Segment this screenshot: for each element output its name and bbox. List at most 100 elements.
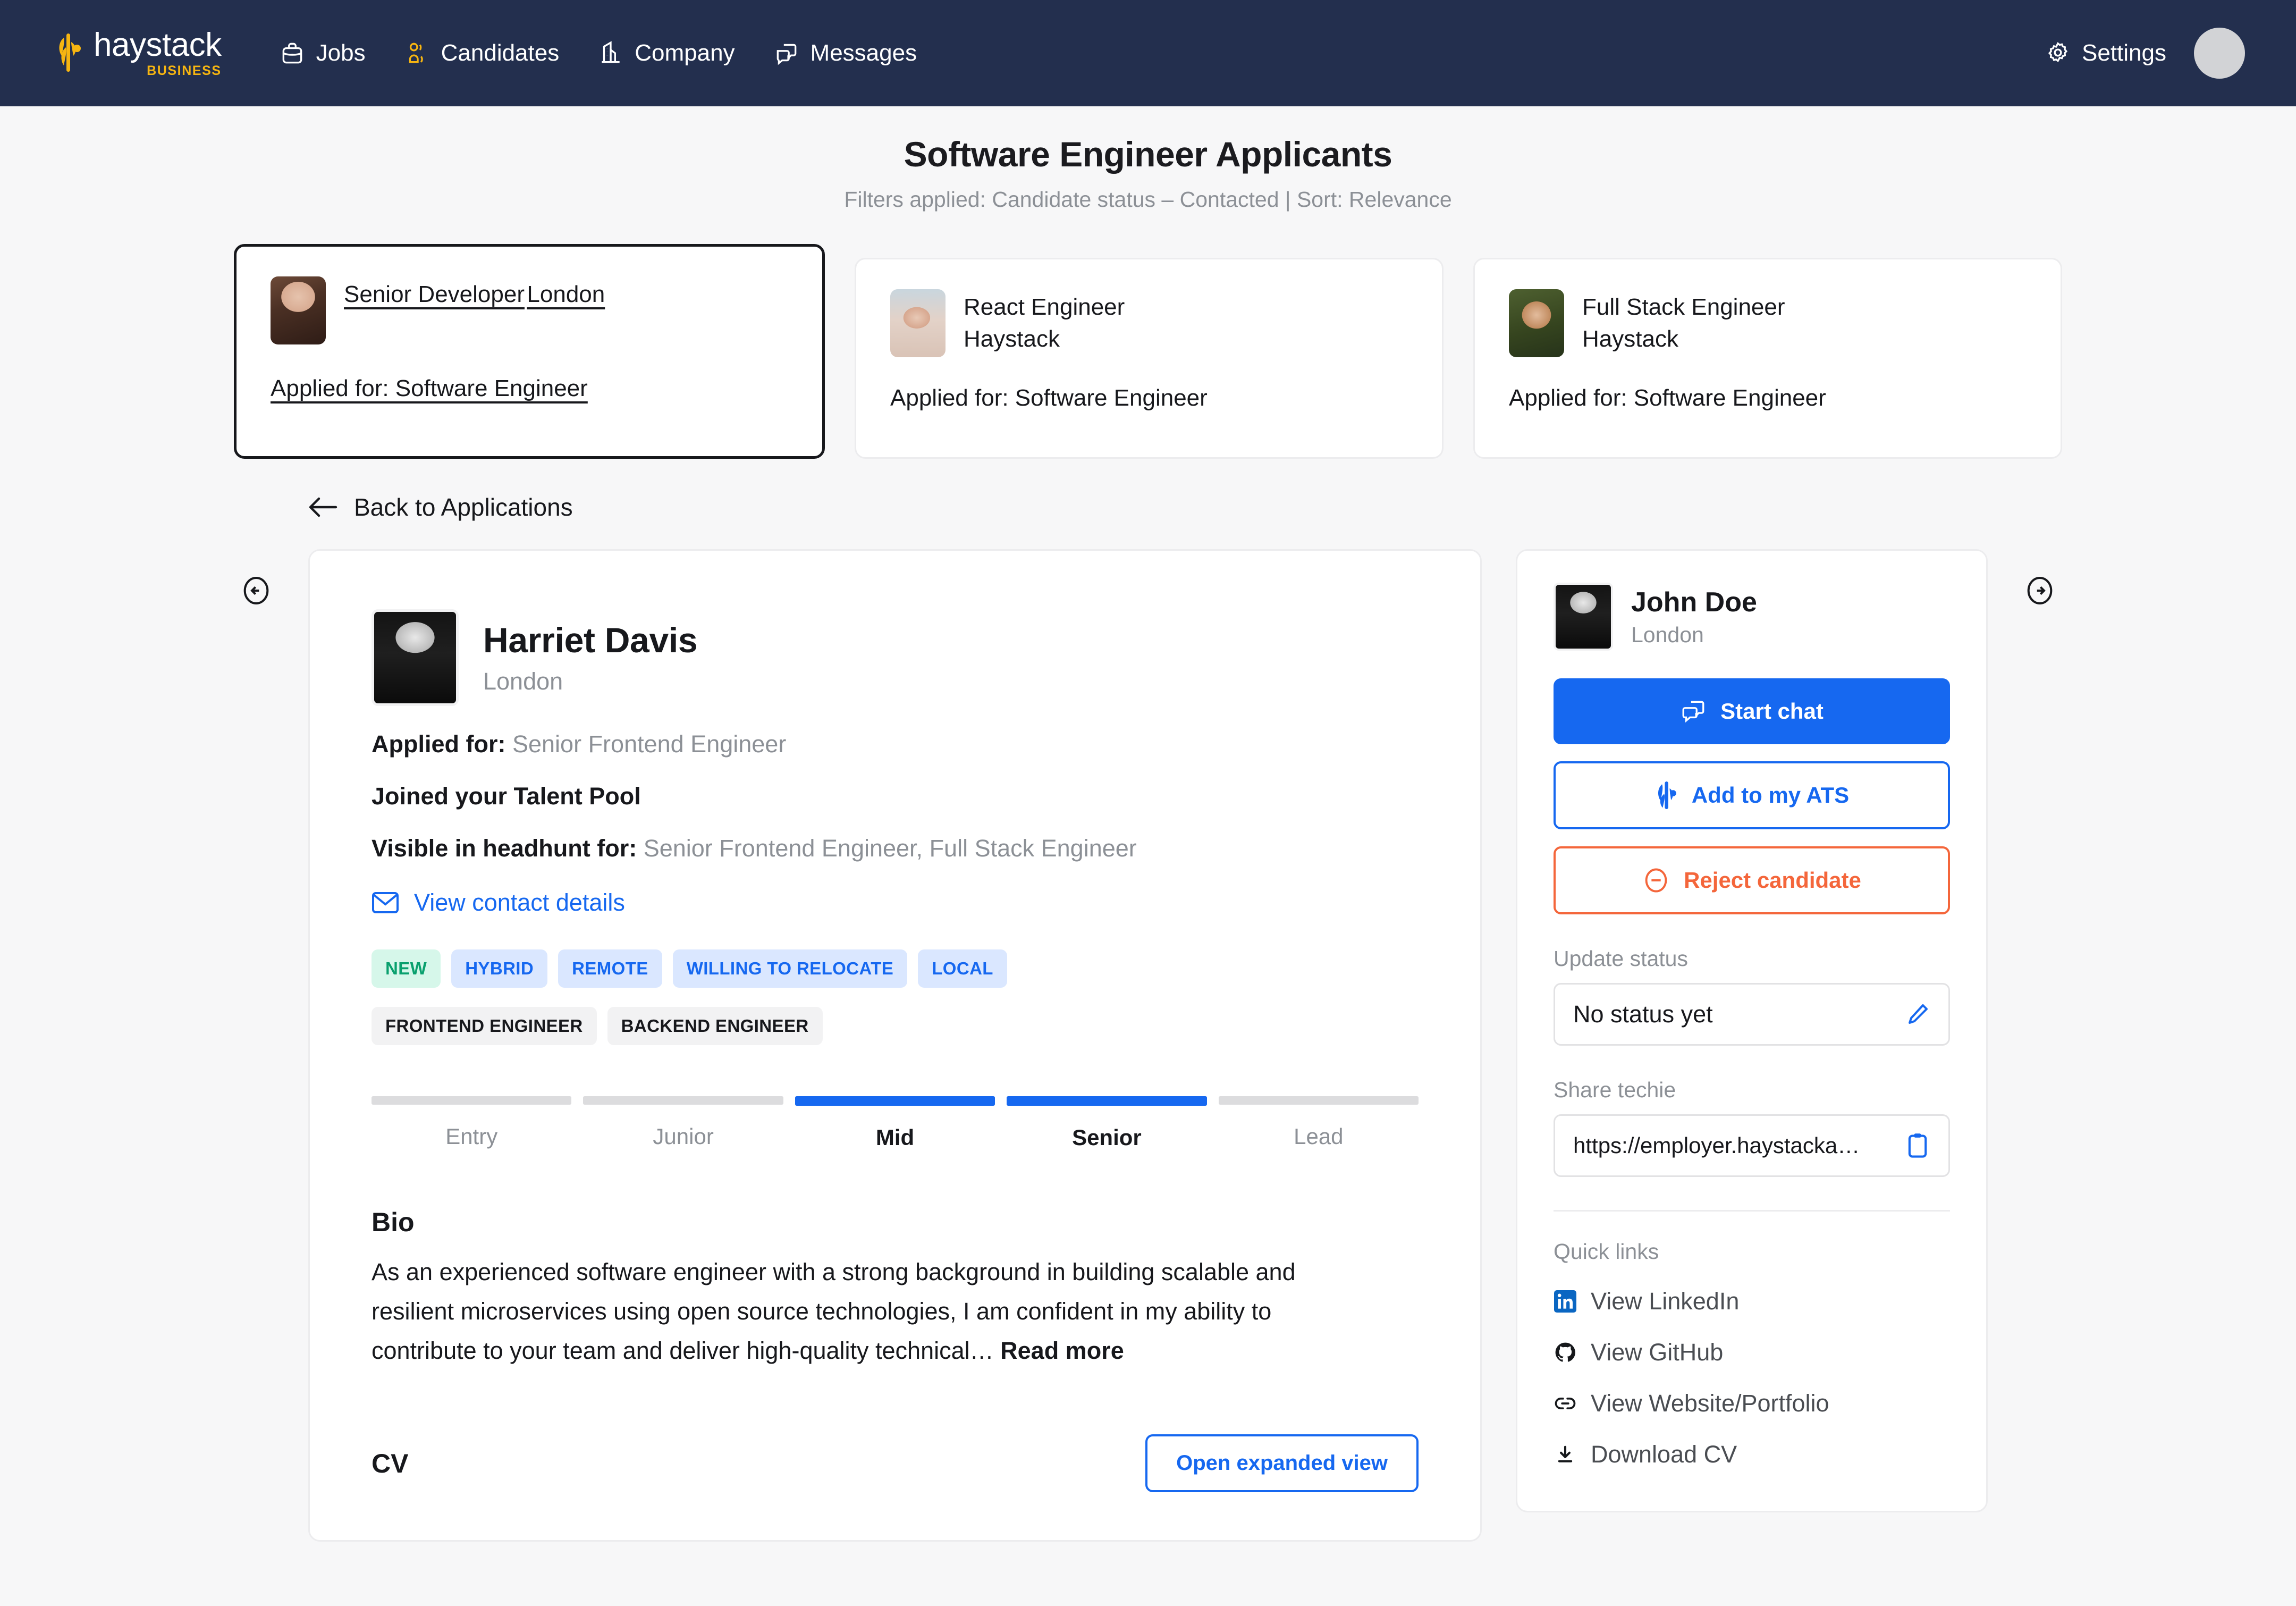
seniority-bar xyxy=(1218,1096,1419,1105)
side-panel-header: John Doe London xyxy=(1554,583,1950,651)
seniority-label: Junior xyxy=(653,1124,714,1149)
panel-divider xyxy=(1554,1210,1950,1212)
seniority-level-junior[interactable]: Junior xyxy=(583,1096,783,1150)
linkedin-icon xyxy=(1554,1290,1577,1313)
status-badge-remote[interactable]: REMOTE xyxy=(558,949,662,988)
quick-link-github[interactable]: View GitHub xyxy=(1554,1339,1950,1366)
status-badge-willing-to-relocate[interactable]: WILLING TO RELOCATE xyxy=(672,949,908,988)
update-status-field[interactable]: No status yet xyxy=(1554,983,1950,1046)
chat-bubbles-icon xyxy=(776,44,796,65)
bio-text: As an experienced software engineer with… xyxy=(372,1258,1296,1364)
applicant-card-selected[interactable]: Senior Developer London Applied for: Sof… xyxy=(234,244,825,459)
pencil-icon[interactable] xyxy=(1905,1002,1930,1027)
page-header: Software Engineer Applicants Filters app… xyxy=(0,106,2296,212)
headhunt-label: Visible in headhunt for: xyxy=(372,835,637,862)
applicant-org: Haystack xyxy=(964,326,1060,352)
seniority-level-mid[interactable]: Mid xyxy=(795,1096,995,1150)
bio-title: Bio xyxy=(372,1207,415,1237)
seniority-level-entry[interactable]: Entry xyxy=(372,1096,572,1150)
top-navbar: haystack BUSINESS Jobs Candidates Compan… xyxy=(0,0,2296,106)
applicant-card[interactable]: Full Stack Engineer Haystack Applied for… xyxy=(1473,258,2062,459)
applied-for-value: Senior Frontend Engineer xyxy=(512,730,787,758)
applicant-applied-for: Applied for: Software Engineer xyxy=(1509,385,1826,411)
nav-item-jobs[interactable]: Jobs xyxy=(279,40,366,66)
update-status-value: No status yet xyxy=(1573,1000,1713,1028)
view-contact-details-link[interactable]: View contact details xyxy=(372,889,1419,916)
status-badge-new[interactable]: NEW xyxy=(372,949,441,988)
profile-name: Harriet Davis xyxy=(483,620,698,660)
reject-candidate-button[interactable]: Reject candidate xyxy=(1554,846,1950,914)
nav-label-jobs: Jobs xyxy=(316,40,366,66)
applicant-thumbnail xyxy=(271,276,326,344)
candidate-profile-card: Harriet Davis London Applied for: Senior… xyxy=(308,549,1482,1542)
role-badge-backend-engineer[interactable]: BACKEND ENGINEER xyxy=(607,1007,823,1045)
nav-item-company[interactable]: Company xyxy=(597,40,735,66)
applicant-role: Senior Developer xyxy=(344,281,525,307)
page-title: Software Engineer Applicants xyxy=(904,134,1392,174)
haystack-wheat-logo-icon xyxy=(59,33,81,72)
applicant-org: Haystack xyxy=(1582,326,1678,352)
nav-item-candidates[interactable]: Candidates xyxy=(404,40,559,66)
quick-links-title: Quick links xyxy=(1554,1239,1659,1264)
bio-text-block: As an experienced software engineer with… xyxy=(372,1252,1360,1370)
github-icon xyxy=(1554,1341,1577,1364)
seniority-bar xyxy=(372,1096,572,1105)
minus-circle-icon xyxy=(1645,868,1667,893)
share-techie-field[interactable]: https://employer.haystacka… xyxy=(1554,1114,1950,1177)
talent-pool-row: Joined your Talent Pool xyxy=(372,783,1419,810)
settings-button[interactable]: Settings xyxy=(2045,40,2166,66)
carousel-prev-button[interactable] xyxy=(239,574,273,608)
brand-logo[interactable]: haystack BUSINESS xyxy=(53,28,222,79)
start-chat-button[interactable]: Start chat xyxy=(1554,678,1950,744)
status-tag-row: NEW HYBRID REMOTE WILLING TO RELOCATE LO… xyxy=(372,949,1419,988)
quick-link-label: Download CV xyxy=(1591,1441,1737,1468)
read-more-link[interactable]: Read more xyxy=(1000,1337,1124,1364)
avatar[interactable] xyxy=(2194,28,2245,79)
applicant-role: React Engineer xyxy=(964,294,1125,320)
seniority-label: Entry xyxy=(445,1124,498,1149)
role-badge-frontend-engineer[interactable]: FRONTEND ENGINEER xyxy=(372,1007,597,1045)
haystack-mark-icon xyxy=(1658,781,1676,809)
open-expanded-view-button[interactable]: Open expanded view xyxy=(1145,1434,1419,1492)
profile-photo xyxy=(372,609,459,706)
seniority-bar xyxy=(795,1096,995,1106)
applicant-role: Full Stack Engineer xyxy=(1582,294,1785,320)
quick-link-download-cv[interactable]: Download CV xyxy=(1554,1441,1950,1468)
quick-link-website[interactable]: View Website/Portfolio xyxy=(1554,1390,1950,1417)
nav-item-messages[interactable]: Messages xyxy=(773,40,917,66)
arrow-left-circle-icon xyxy=(243,577,269,604)
applicant-carousel: Senior Developer London Applied for: Sof… xyxy=(0,212,2296,604)
seniority-label: Senior xyxy=(1072,1125,1142,1150)
brand-name: haystack xyxy=(94,26,222,63)
seniority-level-lead[interactable]: Lead xyxy=(1218,1096,1419,1150)
arrow-right-circle-icon xyxy=(2027,577,2053,604)
quick-link-label: View Website/Portfolio xyxy=(1591,1390,1829,1417)
status-badge-hybrid[interactable]: HYBRID xyxy=(451,949,548,988)
add-to-ats-button[interactable]: Add to my ATS xyxy=(1554,761,1950,829)
download-icon xyxy=(1554,1443,1577,1466)
nav-label-company: Company xyxy=(635,40,735,66)
chat-icon xyxy=(1682,701,1704,723)
carousel-next-button[interactable] xyxy=(2023,574,2057,608)
update-status-label: Update status xyxy=(1554,946,1688,971)
quick-link-linkedin[interactable]: View LinkedIn xyxy=(1554,1288,1950,1315)
clipboard-icon[interactable] xyxy=(1905,1132,1930,1159)
back-to-applications-link[interactable]: Back to Applications xyxy=(0,459,2296,522)
status-badge-local[interactable]: LOCAL xyxy=(918,949,1007,988)
applicant-card[interactable]: React Engineer Haystack Applied for: Sof… xyxy=(855,258,1444,459)
link-icon xyxy=(1554,1392,1577,1415)
envelope-icon xyxy=(372,892,399,913)
seniority-label: Lead xyxy=(1294,1124,1344,1149)
role-tag-row: FRONTEND ENGINEER BACKEND ENGINEER xyxy=(372,1007,1419,1045)
applicant-org: London xyxy=(527,281,605,307)
page-subtitle: Filters applied: Candidate status – Cont… xyxy=(844,187,1452,212)
side-panel-location: London xyxy=(1631,622,1704,647)
brand-subtitle: BUSINESS xyxy=(147,63,222,78)
quick-link-label: View GitHub xyxy=(1591,1339,1724,1366)
back-link-label: Back to Applications xyxy=(354,493,573,521)
primary-nav: Jobs Candidates Company Messages xyxy=(279,40,917,66)
briefcase-icon xyxy=(282,43,302,64)
add-to-ats-label: Add to my ATS xyxy=(1691,783,1850,808)
seniority-level-senior[interactable]: Senior xyxy=(1007,1096,1207,1150)
seniority-bar xyxy=(583,1096,783,1105)
